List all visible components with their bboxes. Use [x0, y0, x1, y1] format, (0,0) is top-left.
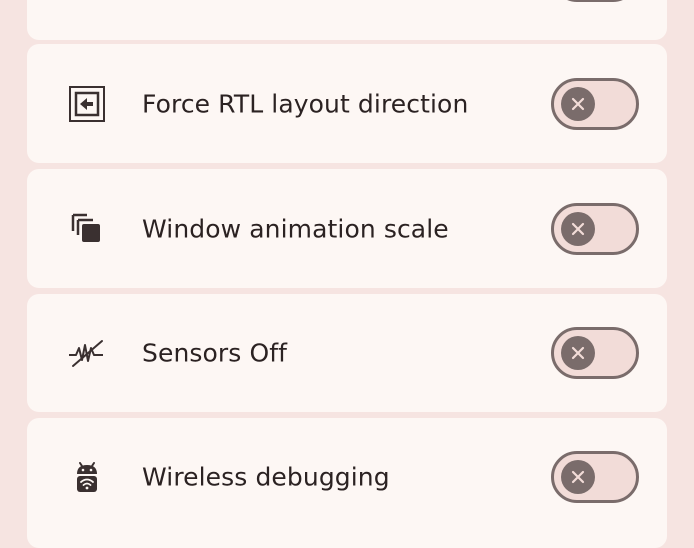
close-icon [561, 336, 595, 370]
settings-item-sensors-off[interactable]: Sensors Off [27, 294, 667, 412]
toggle-switch-window-animation[interactable] [551, 202, 639, 255]
window-animation-icon [67, 209, 107, 249]
sensors-off-icon [67, 333, 107, 373]
android-wifi-icon [67, 457, 107, 497]
rtl-layout-icon [67, 84, 107, 124]
toggle-switch-wireless-debugging[interactable] [551, 451, 639, 503]
setting-label: Wireless debugging [142, 462, 390, 492]
settings-item-window-animation[interactable]: Window animation scale [27, 169, 667, 288]
settings-item-partial[interactable] [27, 0, 667, 40]
setting-label: Force RTL layout direction [142, 89, 469, 118]
toggle-switch-sensors-off[interactable] [551, 327, 639, 379]
toggle-switch-force-rtl[interactable] [551, 77, 639, 130]
toggle-switch-partial[interactable] [551, 0, 639, 2]
close-icon [561, 86, 595, 121]
setting-label: Window animation scale [142, 214, 449, 243]
close-icon [561, 460, 595, 494]
settings-item-force-rtl[interactable]: Force RTL layout direction [27, 44, 667, 163]
settings-item-wireless-debugging[interactable]: Wireless debugging [27, 418, 667, 548]
close-icon [561, 211, 595, 246]
setting-label: Sensors Off [142, 338, 288, 368]
